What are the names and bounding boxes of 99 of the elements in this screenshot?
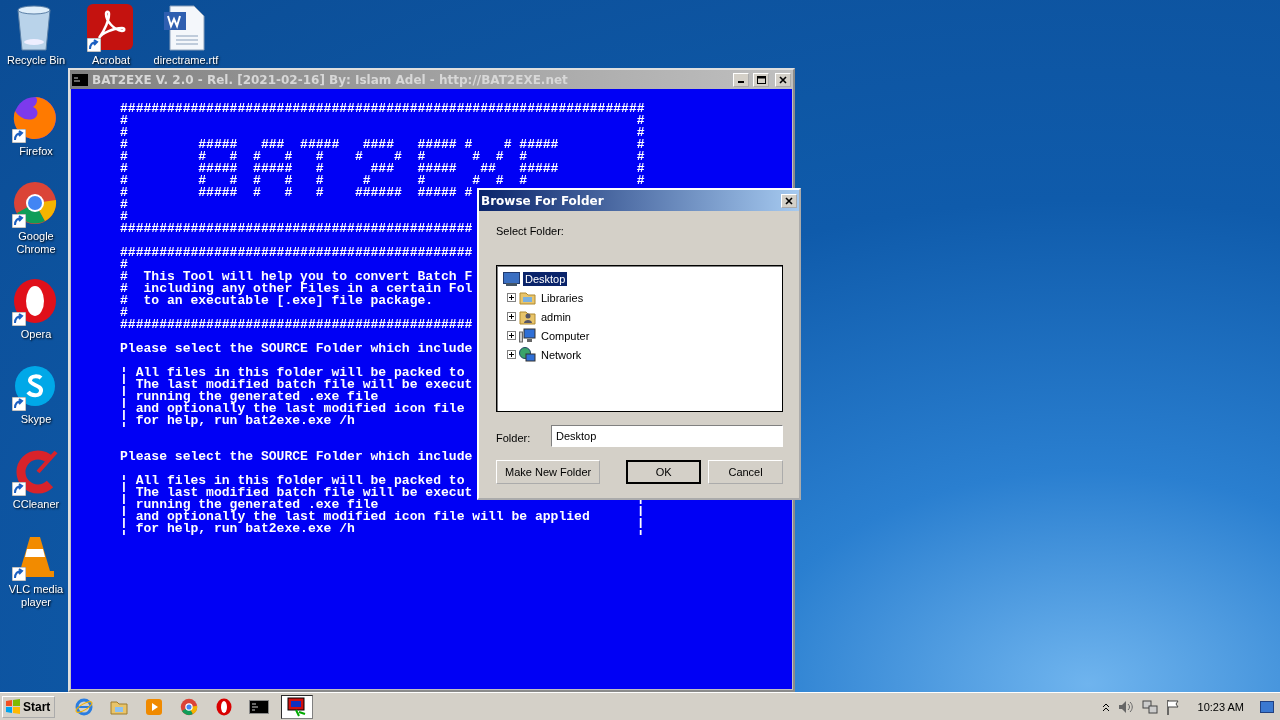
taskbar-app-button[interactable] [281,694,314,719]
skype-icon [12,363,58,409]
console-text: # ##### ### ##### #### ##### # # ##### [120,139,559,151]
console-text: ¦ The last modified batch file will be execut [120,379,473,391]
network-icon [519,346,536,363]
windows-logo-icon [5,699,21,714]
firefox-icon [12,95,58,141]
browser-e-icon [75,697,94,716]
pdf-icon [87,4,133,50]
maximize-button[interactable] [753,72,769,87]
console-text: ############################################# [120,247,473,259]
console-text: # [636,175,645,187]
console-text: ¦ running the generated .exe file [120,499,379,511]
speaker-icon[interactable] [1117,699,1134,714]
console-text: ¦ running the generated .exe file [120,391,379,403]
console-text: # [636,115,645,127]
tree-item[interactable]: Computer [539,328,592,343]
console-text: # ##### # # # ###### ##### # [120,187,473,199]
computer-icon [519,328,536,343]
console-text: # [636,151,645,163]
dialog-button[interactable]: Cancel [708,460,783,484]
console-text: # ##### ##### # ### ##### ## ##### [120,163,559,175]
console-text: ############################################# [120,223,473,235]
chrome-icon [180,697,199,716]
minimize-icon [738,81,744,83]
console-text: ¦ All files in this folder will be packed to [120,367,465,379]
console-text: # # # # # # # # # # # # [120,151,528,163]
console-text: ¦ [636,523,645,535]
desktop-icon-label[interactable]: Acrobat [92,54,130,67]
tree-item[interactable]: Libraries [539,290,586,305]
console-text: ¦ for help, run bat2exe.exe /h [120,523,355,535]
tree-item[interactable]: admin [539,309,573,324]
console-text: Please select the SOURCE Folder which include [120,451,473,463]
close-button[interactable] [775,72,791,87]
minimize-button[interactable] [733,72,749,87]
opera-icon [12,278,58,324]
dialog-title: Browse For Folder [481,193,605,208]
desktop-icon-label[interactable]: Opera [20,328,52,341]
media-player-icon [145,697,164,716]
desktop-icon-label[interactable]: Skype [20,413,52,426]
desktop-icon-label[interactable]: directrame.rtf [153,54,219,67]
opera-icon [216,697,233,716]
console-icon [72,73,88,86]
console-text: ¦ [636,511,645,523]
network-icon[interactable] [1141,698,1158,715]
console-text: ############################################# [120,319,473,331]
console-text: ################################################################### [120,103,645,115]
console-text: # including any other Files in a certain Fol [120,283,473,295]
console-text: ¦ for help, run bat2exe.exe /h [120,415,355,427]
user-folder-icon [519,308,536,325]
console-icon [249,699,270,714]
show-desktop-icon[interactable] [1260,700,1274,713]
desktop-icon-label[interactable]: CCleaner [12,498,60,511]
console-text: # [120,199,128,211]
console-text: # to an executable [.exe] file package. [120,295,434,307]
desktop-icon-label[interactable]: VLC media player [0,583,72,609]
monitor-icon [503,271,520,286]
program-window-icon [287,696,308,717]
console-text: # [120,211,128,223]
console-text: # [636,127,645,139]
dialog-button[interactable]: OK [626,460,702,484]
folder-icon [519,290,536,305]
start-button[interactable]: Start [2,695,56,718]
desktop-icon-label[interactable]: Firefox [19,145,53,158]
expander-icon[interactable] [507,350,516,359]
close-button[interactable] [781,193,797,208]
tree-item[interactable]: Network [539,347,584,362]
folder-icon [110,698,129,715]
document-icon [162,4,206,52]
clock[interactable]: 10:23 AM [1197,700,1244,713]
console-text: # This Tool will help you to convert Batch F [120,271,473,283]
folder-field[interactable]: Desktop [551,425,783,447]
close-icon [785,196,793,205]
desktop-icon-label[interactable]: Google Chrome [0,230,72,256]
console-text: ¦ and optionally the last modified icon file [120,403,465,415]
desktop-icon-label[interactable]: Recycle Bin [6,54,66,67]
console-text: ¦ All files in this folder will be packed to [120,475,465,487]
console-text: ¦ and optionally the last modified icon file will be applied [120,511,590,523]
console-text: Please select the SOURCE Folder which include [120,343,473,355]
prompt-text: Select Folder: [496,225,565,237]
expander-icon[interactable] [507,331,516,340]
field-label: Folder: [496,432,532,444]
maximize-icon [756,75,766,84]
console-text: # [636,163,645,175]
expander-icon[interactable] [507,312,516,321]
console-text: # [636,139,645,151]
console-text: # [120,127,128,139]
console-text: # [120,259,128,271]
expander-icon[interactable] [507,293,516,302]
console-text: ¦ The last modified batch file will be execut [120,487,473,499]
tree-item[interactable]: Desktop [523,271,568,286]
close-icon [779,75,787,84]
chrome-icon [12,180,58,226]
console-text: # [120,115,128,127]
dialog-button[interactable]: Make New Folder [496,460,601,484]
console-text: # # # # # # # # # # # [120,175,528,187]
chevron-up-icon[interactable] [1101,701,1110,712]
flag-icon[interactable] [1165,698,1180,715]
console-text: # [120,307,128,319]
